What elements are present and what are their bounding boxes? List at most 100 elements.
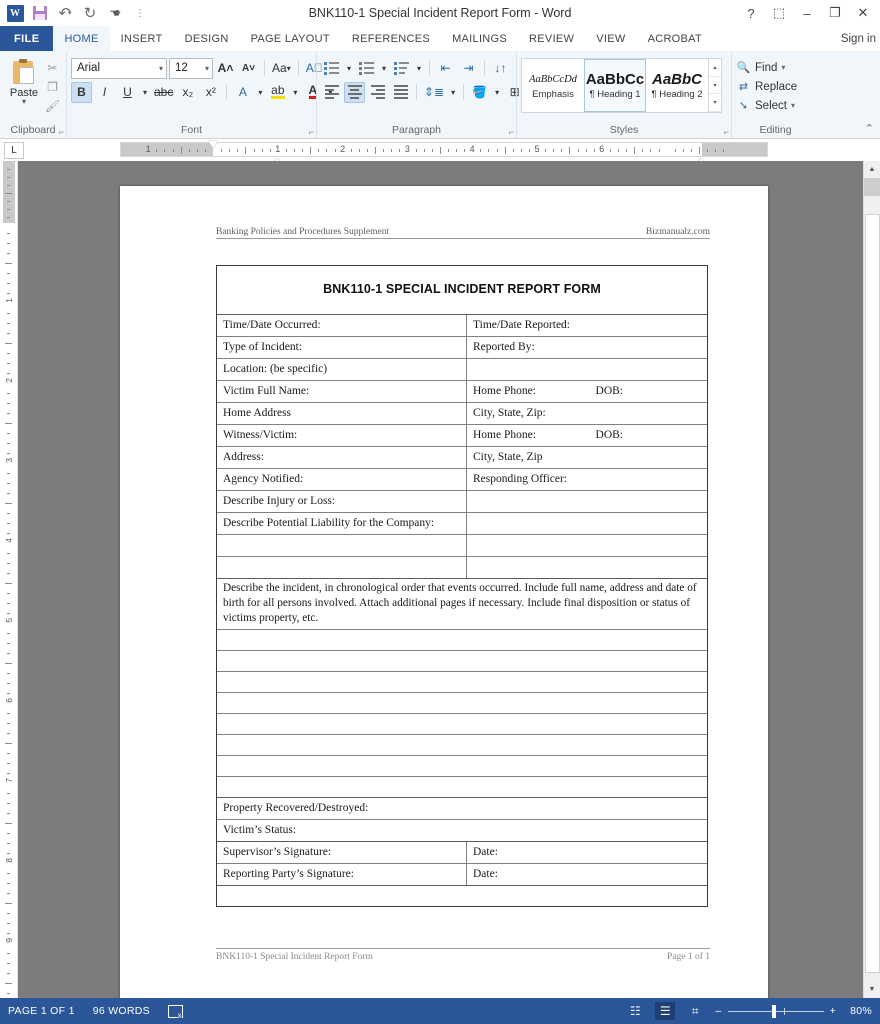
font-dialog-launcher[interactable]: ⌐ <box>309 127 314 137</box>
zoom-level[interactable]: 80% <box>846 1005 872 1017</box>
proofing-errors-icon[interactable] <box>167 1004 183 1020</box>
table-row[interactable]: Witness/Victim: Home Phone: DOB: <box>217 424 707 446</box>
grow-font-icon[interactable]: A˄ <box>215 58 236 79</box>
cut-icon[interactable]: ✂ <box>44 60 61 75</box>
table-row[interactable] <box>217 534 707 556</box>
table-row[interactable]: Address: City, State, Zip <box>217 446 707 468</box>
styles-scroll-up-icon[interactable]: ▴ <box>709 59 721 77</box>
bullets-icon[interactable] <box>321 58 342 79</box>
table-row[interactable]: Victim Full Name: Home Phone: DOB: <box>217 380 707 402</box>
highlight-dropdown-icon[interactable]: ▾ <box>290 82 300 103</box>
read-mode-view-icon[interactable]: ☷ <box>625 1002 645 1020</box>
table-row[interactable]: Home Address City, State, Zip: <box>217 402 707 424</box>
tab-design[interactable]: DESIGN <box>174 26 240 51</box>
line-spacing-icon[interactable]: ⇕≣ <box>422 82 446 103</box>
incident-report-table[interactable]: BNK110-1 SPECIAL INCIDENT REPORT FORM Ti… <box>216 265 708 907</box>
scroll-up-icon[interactable]: ▲ <box>863 161 880 178</box>
tab-view[interactable]: VIEW <box>585 26 636 51</box>
save-icon[interactable] <box>31 4 49 22</box>
styles-more-icon[interactable]: ▾ <box>709 94 721 113</box>
font-size-combo[interactable]: 12 ▾ <box>169 57 213 79</box>
font-name-combo[interactable]: Arial ▾ <box>71 57 167 79</box>
underline-icon[interactable]: U <box>117 82 138 103</box>
format-painter-icon[interactable]: 🖌 <box>44 98 61 113</box>
page-count-status[interactable]: PAGE 1 OF 1 <box>8 1005 75 1017</box>
styles-scroll-down-icon[interactable]: ▾ <box>709 77 721 95</box>
undo-icon[interactable]: ↶ ▾ <box>56 4 74 22</box>
blank-line-row[interactable] <box>217 713 707 734</box>
find-button[interactable]: 🔍 Find ▾ <box>736 58 786 77</box>
tab-insert[interactable]: INSERT <box>110 26 174 51</box>
scroll-thumb[interactable] <box>864 214 880 973</box>
align-left-icon[interactable] <box>321 82 342 103</box>
superscript-icon[interactable]: x² <box>200 82 221 103</box>
scroll-track[interactable] <box>863 196 880 981</box>
numbering-dropdown-icon[interactable]: ▾ <box>379 58 389 79</box>
sign-in-link[interactable]: Sign in <box>841 26 880 51</box>
redo-icon[interactable]: ↻ <box>81 4 99 22</box>
tab-file[interactable]: FILE <box>0 26 54 51</box>
italic-icon[interactable]: I <box>94 82 115 103</box>
collapse-ribbon-icon[interactable]: ⌃ <box>865 122 874 135</box>
numbering-icon[interactable] <box>356 58 377 79</box>
shading-dropdown-icon[interactable]: ▾ <box>492 82 502 103</box>
minimize-button[interactable]: – <box>800 6 814 21</box>
change-case-icon[interactable]: Aa ▾ <box>270 58 293 79</box>
style-heading-2[interactable]: AaBbC ¶ Heading 2 <box>646 59 708 112</box>
strikethrough-icon[interactable]: abc <box>152 82 175 103</box>
table-row[interactable]: Agency Notified: Responding Officer: <box>217 468 707 490</box>
horizontal-ruler[interactable]: 1123456 <box>120 141 768 172</box>
multilevel-dropdown-icon[interactable]: ▾ <box>414 58 424 79</box>
multilevel-list-icon[interactable] <box>391 58 412 79</box>
blank-line-row[interactable] <box>217 755 707 776</box>
table-row-instructions[interactable]: Describe the incident, in chronological … <box>217 578 707 629</box>
tab-stop-selector[interactable]: L <box>4 141 24 159</box>
scroll-down-icon[interactable]: ▼ <box>863 981 880 998</box>
text-highlight-color-icon[interactable]: ab <box>267 82 288 103</box>
maximize-button[interactable]: ❐ <box>828 5 842 21</box>
justify-icon[interactable] <box>390 82 411 103</box>
line-spacing-dropdown-icon[interactable]: ▾ <box>448 82 458 103</box>
bold-icon[interactable]: B <box>71 81 92 103</box>
zoom-in-button[interactable]: + <box>830 1005 836 1017</box>
blank-line-row[interactable] <box>217 734 707 755</box>
tab-mailings[interactable]: MAILINGS <box>441 26 518 51</box>
tab-references[interactable]: REFERENCES <box>341 26 441 51</box>
customize-qat-icon[interactable]: ⋮ <box>131 4 149 22</box>
replace-button[interactable]: ⇄ Replace <box>736 77 797 96</box>
vertical-ruler[interactable]: 123456789 <box>0 161 18 998</box>
table-row[interactable]: Property Recovered/Destroyed: <box>217 797 707 819</box>
select-button[interactable]: ➘ Select ▾ <box>736 96 795 115</box>
blank-writing-lines[interactable] <box>217 629 707 797</box>
align-center-icon[interactable] <box>344 81 365 103</box>
shading-icon[interactable]: 🪣 <box>469 82 490 103</box>
table-row[interactable]: Supervisor’s Signature: Date: <box>217 841 707 863</box>
zoom-slider[interactable]: – + <box>715 1004 836 1018</box>
table-row[interactable]: Location: (be specific) <box>217 358 707 380</box>
sort-icon[interactable]: ↓↑ <box>490 58 511 79</box>
zoom-track[interactable] <box>727 1004 824 1018</box>
style-heading-1[interactable]: AaBbCc ¶ Heading 1 <box>584 59 646 112</box>
zoom-thumb[interactable] <box>771 1004 776 1018</box>
print-layout-view-icon[interactable]: ☰ <box>655 1002 676 1020</box>
increase-indent-icon[interactable]: ⇥ <box>458 58 479 79</box>
blank-line-row[interactable] <box>217 776 707 797</box>
table-row[interactable]: Type of Incident: Reported By: <box>217 336 707 358</box>
text-effects-icon[interactable]: A <box>232 82 253 103</box>
vertical-scrollbar[interactable]: ▲ ▼ <box>863 161 880 998</box>
table-row[interactable] <box>217 556 707 578</box>
first-line-indent-marker[interactable] <box>208 141 218 148</box>
blank-line-row[interactable] <box>217 671 707 692</box>
close-button[interactable]: ✕ <box>856 5 870 21</box>
document-page[interactable]: Banking Policies and Procedures Suppleme… <box>120 186 768 998</box>
bullets-dropdown-icon[interactable]: ▾ <box>344 58 354 79</box>
text-effects-dropdown-icon[interactable]: ▾ <box>255 82 265 103</box>
blank-line-row[interactable] <box>217 692 707 713</box>
help-button[interactable]: ? <box>744 6 758 21</box>
tab-home[interactable]: HOME <box>53 26 110 51</box>
blank-line-row[interactable] <box>217 650 707 671</box>
table-row[interactable]: Describe Injury or Loss: <box>217 490 707 512</box>
table-row[interactable]: Victim’s Status: <box>217 819 707 841</box>
paste-button[interactable]: Paste ▾ <box>4 56 44 106</box>
table-row[interactable]: Reporting Party’s Signature: Date: <box>217 863 707 885</box>
